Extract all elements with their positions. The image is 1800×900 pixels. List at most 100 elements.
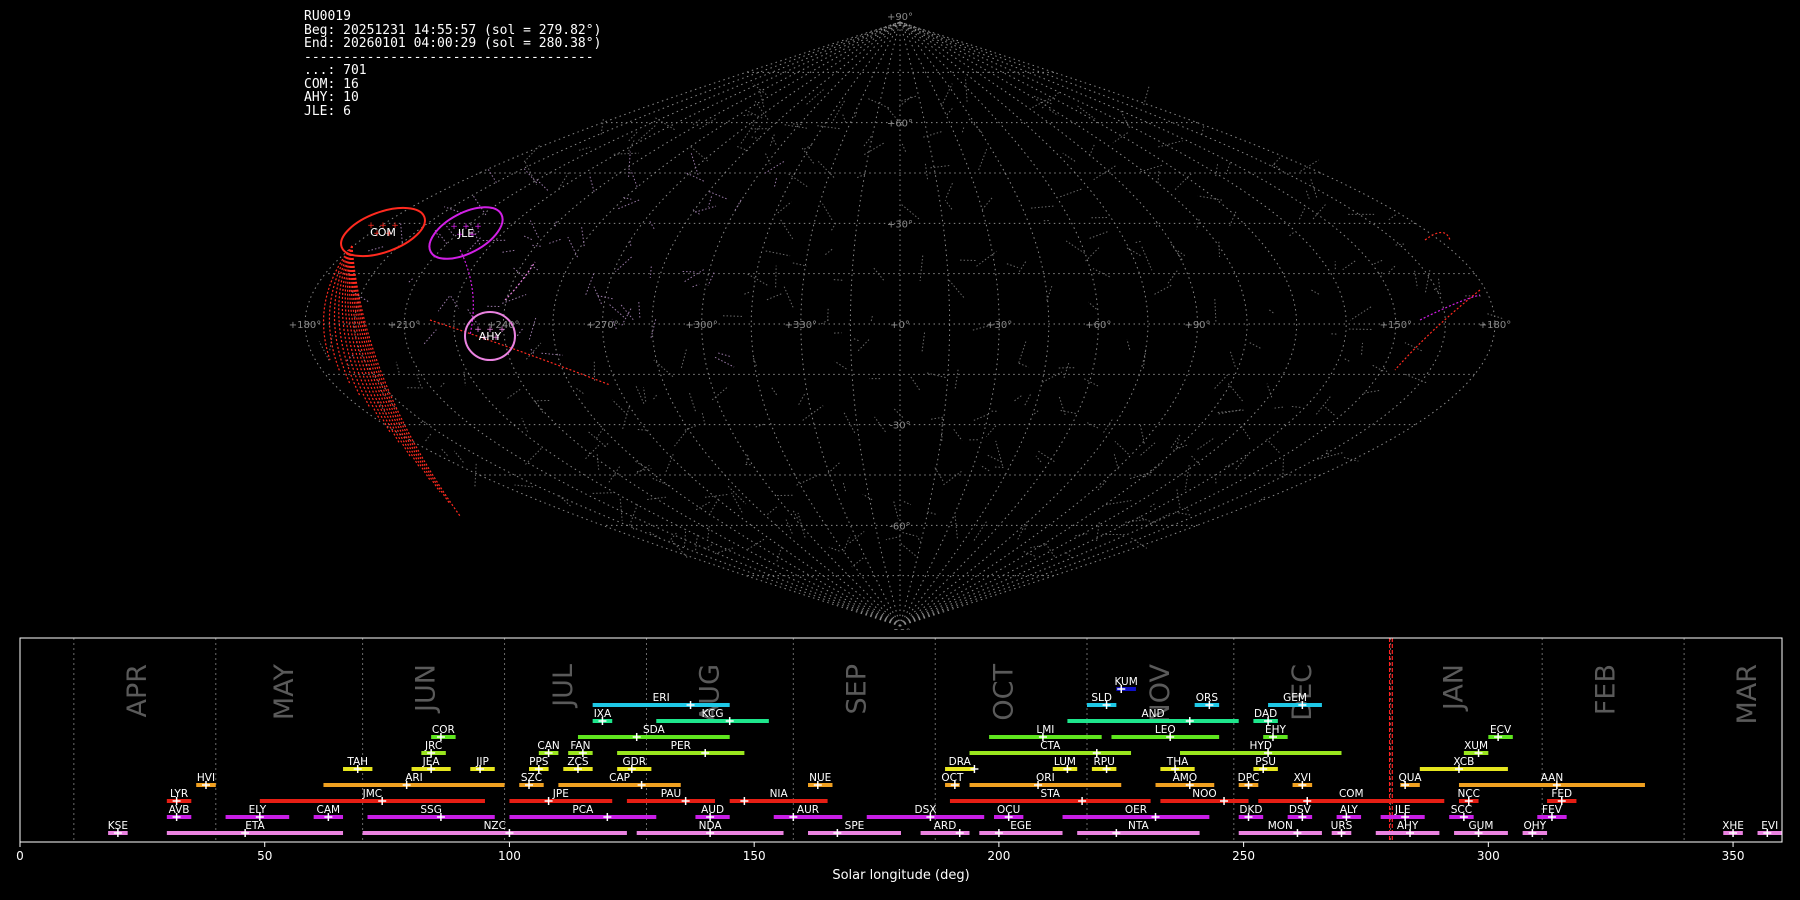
shower-label: PER	[671, 740, 691, 752]
meteor-trail	[686, 172, 705, 183]
meteor-trail	[1102, 419, 1113, 434]
shower-trail	[459, 249, 474, 336]
shower-label: SPE	[845, 820, 865, 832]
meteor-trail	[653, 116, 675, 131]
meteor-trail	[753, 357, 757, 367]
shower-label: LEO	[1155, 724, 1176, 736]
radiant-label: JLE	[457, 227, 474, 240]
meteor-trail	[423, 329, 437, 345]
meteor-trail	[585, 272, 595, 295]
month-label: MAY	[269, 664, 300, 721]
meteor-trail	[1395, 243, 1406, 246]
shower-dsv: DSV	[1287, 804, 1313, 821]
meteor-trail	[734, 198, 743, 211]
meteor-trail	[536, 179, 549, 192]
shower-sld: SLD	[1086, 692, 1117, 709]
meteor-trail	[525, 342, 542, 360]
meteor-trail	[1023, 551, 1037, 558]
meteor-trail	[1139, 442, 1156, 457]
shower-rpu: RPU	[1091, 756, 1117, 773]
meteor-trail	[557, 494, 571, 507]
meteor-trail	[699, 117, 717, 130]
meteor-trail	[1197, 195, 1223, 201]
shower-label: XUM	[1464, 740, 1488, 752]
meteor-trail	[1247, 341, 1261, 349]
shower-aud: AUD	[695, 804, 730, 821]
lon-label: +240°	[487, 320, 519, 331]
meteor-trail	[855, 173, 866, 179]
shower-label: AND	[1142, 708, 1165, 720]
meteor-trail	[1323, 405, 1335, 416]
shower-label: SLD	[1091, 692, 1112, 704]
meteor-trail	[627, 131, 638, 142]
meteor-trail	[921, 330, 926, 352]
meteor-trail	[1042, 371, 1063, 383]
meteor-trail	[581, 227, 585, 247]
lat-label: +60°	[887, 119, 913, 130]
meteor-trail	[1305, 190, 1311, 201]
lon-label: +0°	[890, 320, 910, 331]
meteor-trail	[751, 136, 761, 140]
meteor-trail	[684, 425, 697, 431]
meteor-trail	[902, 532, 917, 537]
month-label: MAR	[1732, 664, 1763, 725]
meteor-trail	[1310, 177, 1318, 198]
meteor-trail	[1064, 550, 1073, 559]
shower-ahy: AHY	[1375, 820, 1440, 837]
meteor-trail	[633, 460, 646, 469]
meteor-trail	[1024, 521, 1028, 532]
meteor-trail	[1018, 341, 1027, 363]
meteor-trail	[630, 170, 638, 187]
shower-jea: JEA	[411, 756, 451, 773]
meteor-trail	[629, 239, 632, 246]
meteor-trail	[1215, 478, 1217, 486]
meteor-trail	[940, 83, 953, 107]
shower-label: JIP	[475, 756, 489, 768]
shower-label: JMC	[362, 788, 383, 800]
meteor-trail	[1158, 140, 1183, 148]
meteor-trail	[1266, 438, 1280, 453]
meteor-trail	[827, 307, 829, 321]
shower-avb: AVB	[166, 804, 192, 821]
shower-bars: KUM ERI SLD ORS GEM IXA KCG AND DAD COR SDA LMI LEO E…	[108, 676, 1782, 837]
meteor-trail	[643, 387, 647, 402]
meteor-trail	[1173, 444, 1188, 451]
shower-kum: KUM	[1114, 676, 1138, 693]
meteor-trail	[1139, 422, 1145, 444]
meteor-trail	[619, 498, 623, 521]
meteor-trail	[554, 220, 558, 227]
meteor-trail	[674, 428, 689, 447]
shower-cta: CTA	[969, 740, 1132, 757]
shower-sda: SDA	[577, 724, 730, 741]
meteor-trail	[792, 262, 807, 267]
shower-amo: AMO	[1155, 772, 1215, 789]
meteor-trail	[707, 498, 719, 517]
shower-label: JRC	[424, 740, 442, 752]
shower-label: PSU	[1255, 756, 1276, 768]
meteor-trail	[925, 372, 946, 379]
meteor-trail	[692, 283, 700, 288]
meteor-trail	[746, 454, 749, 464]
meteor-trail	[1229, 350, 1236, 367]
lon-label: +210°	[388, 320, 420, 331]
shower-nia: NIA	[729, 788, 828, 805]
meteor-trail	[864, 141, 886, 156]
meteor-trail	[828, 546, 840, 552]
meteor-trail	[944, 199, 953, 210]
meteor-trail	[1362, 390, 1380, 394]
shower-label: KUM	[1114, 676, 1137, 688]
meteor-trail	[953, 429, 963, 442]
meteor-trail	[450, 295, 460, 309]
shower-ors: ORS	[1194, 692, 1220, 709]
month-label: OCT	[988, 664, 1019, 721]
meteor-trail	[1046, 285, 1053, 301]
meteor-trail	[849, 531, 865, 544]
x-tick-label: 50	[257, 849, 272, 863]
shower-label: ERI	[653, 692, 670, 704]
shower-ohy: OHY	[1522, 820, 1548, 837]
meteor-trail	[694, 205, 717, 213]
meteor-trail	[522, 234, 533, 241]
meteor-trail	[747, 273, 770, 287]
shower-can: CAN	[537, 740, 560, 757]
shower-label: ARI	[405, 772, 423, 784]
